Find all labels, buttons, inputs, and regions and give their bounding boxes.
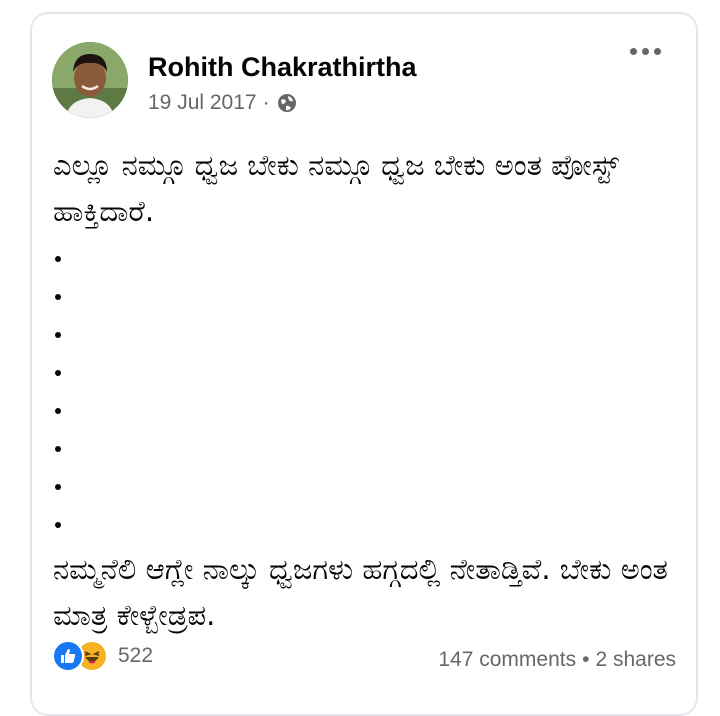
- stats-separator: •: [582, 648, 590, 671]
- meta-separator: ·: [262, 91, 270, 114]
- ellipsis-dot: [55, 484, 61, 490]
- ellipsis-dot: [55, 370, 61, 376]
- like-icon: [52, 640, 84, 672]
- ellipsis-dot: [55, 522, 61, 528]
- post-card: Rohith Chakrathirtha 19 Jul 2017 · ಎಲ್ಲೂ…: [30, 12, 698, 716]
- avatar[interactable]: [52, 42, 128, 118]
- author-name[interactable]: Rohith Chakrathirtha: [148, 52, 417, 83]
- globe-icon: [277, 94, 296, 112]
- post-text-top: ಎಲ್ಲೂ ನಮ್ಗೂ ಧ್ವಜ ಬೇಕು ನಮ್ಗೂ ಧ್ವಜ ಬೇಕು ಅಂ…: [53, 148, 619, 228]
- ellipsis-dot: [55, 294, 61, 300]
- ellipsis-dot: [55, 256, 61, 262]
- ellipsis-dot: [55, 332, 61, 338]
- post-date[interactable]: 19 Jul 2017: [148, 91, 257, 115]
- ellipsis-dot: [55, 408, 61, 414]
- engagement-stats: 147 comments • 2 shares: [438, 648, 676, 672]
- avatar-photo: [52, 42, 128, 118]
- ellipsis-dot: [55, 446, 61, 452]
- reaction-count: 522: [118, 644, 154, 667]
- comments-count[interactable]: 147 comments: [438, 648, 576, 672]
- post-meta: 19 Jul 2017 ·: [148, 91, 298, 115]
- post-text-bottom: ನಮ್ಮನೆಲಿ ಆಗ್ಲೇ ನಾಲ್ಕು ಧ್ವಜಗಳು ಹಗ್ಗದಲ್ಲಿ …: [53, 552, 668, 632]
- reaction-summary[interactable]: 522: [52, 640, 153, 672]
- more-options-icon[interactable]: [630, 48, 661, 55]
- shares-count[interactable]: 2 shares: [595, 648, 676, 672]
